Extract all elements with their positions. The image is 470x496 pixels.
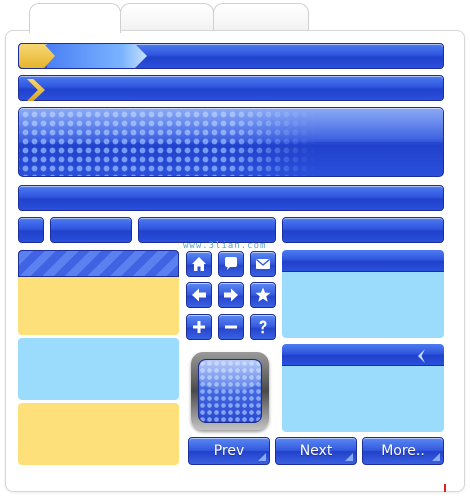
banner-shine: [19, 108, 443, 142]
speech-bubble-icon: [225, 257, 237, 270]
more-button[interactable]: More..: [362, 437, 444, 465]
large-button-face: [198, 359, 262, 423]
small-tab-3[interactable]: [138, 217, 276, 243]
red-mark: [444, 484, 446, 492]
header-bar-with-arrow[interactable]: [18, 75, 444, 101]
blue-panel-middle: [18, 338, 179, 400]
small-tab-2[interactable]: [50, 217, 132, 243]
yellow-panel-top: [18, 277, 179, 335]
dotted-banner: [18, 107, 444, 177]
arrow-right-icon: [224, 288, 238, 302]
right-panel-top-header: [282, 250, 444, 272]
small-tab-4[interactable]: [282, 217, 444, 243]
help-button[interactable]: [250, 314, 276, 340]
tab-3[interactable]: [213, 3, 309, 33]
remove-button[interactable]: [218, 314, 244, 340]
watermark: www.3lian.com: [183, 241, 267, 251]
star-icon: [255, 287, 271, 302]
plus-icon: [193, 321, 205, 333]
plain-bar[interactable]: [18, 185, 444, 211]
right-panel-top: [282, 250, 444, 338]
home-button[interactable]: [186, 251, 212, 277]
right-panel-bottom: [282, 344, 444, 432]
large-button-shine: [199, 360, 261, 390]
mail-icon: [256, 258, 270, 269]
chevron-left-icon[interactable]: [412, 346, 432, 366]
more-corner: [432, 453, 440, 461]
add-button[interactable]: [186, 314, 212, 340]
back-button[interactable]: [186, 282, 212, 308]
home-icon: [192, 257, 206, 271]
tab-1[interactable]: [29, 3, 121, 33]
next-button[interactable]: Next: [275, 437, 357, 465]
gold-arrow-icon: [27, 79, 45, 101]
small-tab-1[interactable]: [18, 217, 44, 243]
tab-2[interactable]: [120, 3, 214, 33]
forward-button[interactable]: [218, 282, 244, 308]
mail-button[interactable]: [250, 251, 276, 277]
favorite-button[interactable]: [250, 282, 276, 308]
large-glossy-button[interactable]: [191, 352, 269, 430]
prev-label: Prev: [213, 443, 245, 459]
header-bar-with-chevrons[interactable]: [18, 43, 444, 69]
highlight-chevron: [47, 44, 147, 68]
prev-button[interactable]: Prev: [188, 437, 270, 465]
more-label: More..: [381, 443, 425, 459]
arrow-left-icon: [192, 288, 206, 302]
next-label: Next: [299, 443, 333, 459]
yellow-panel-bottom: [18, 403, 179, 465]
prev-corner: [258, 453, 266, 461]
minus-icon: [225, 325, 237, 329]
next-corner: [345, 453, 353, 461]
chat-button[interactable]: [218, 251, 244, 277]
striped-header: [18, 250, 179, 277]
question-icon: [259, 320, 267, 334]
